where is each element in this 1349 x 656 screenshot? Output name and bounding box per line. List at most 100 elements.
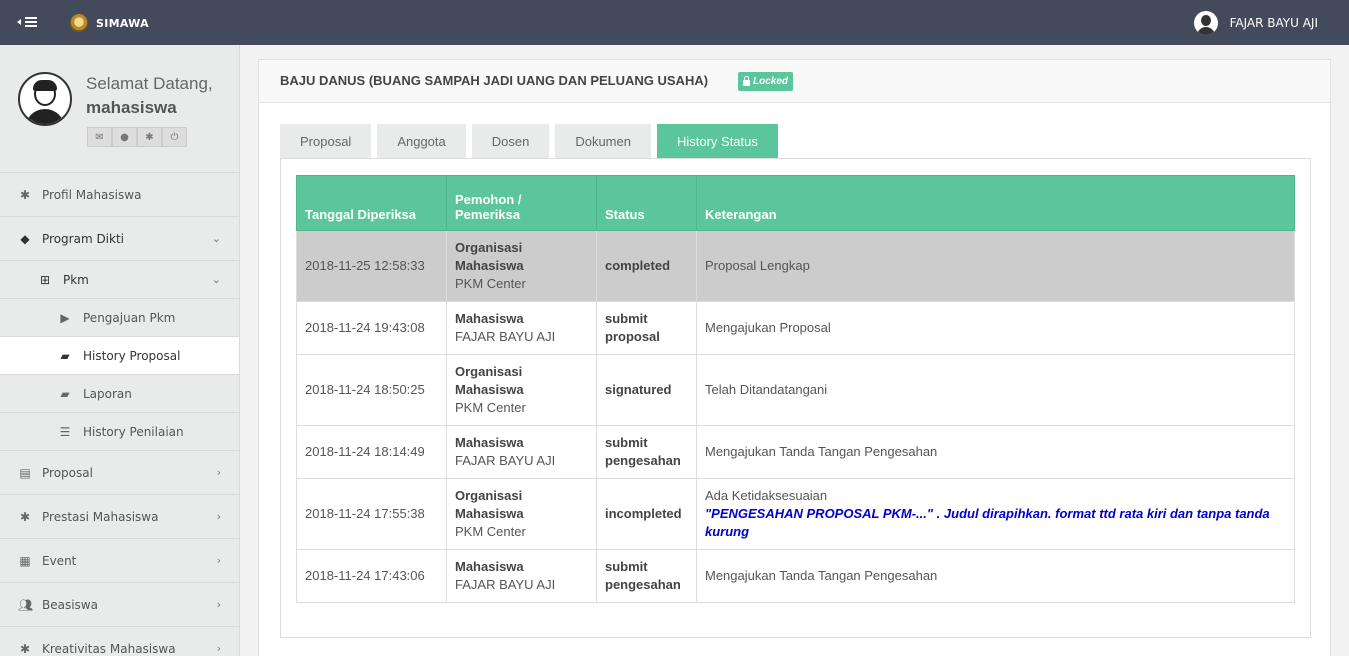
sidebar-item-history-penilaian[interactable]: ☰ History Penilaian [0,413,239,451]
applicant-name: FAJAR BAYU AJI [455,329,556,344]
asterisk-icon: ✱ [19,187,31,202]
sidebar-item-label: Program Dikti [42,231,125,246]
tab-dokumen[interactable]: Dokumen [555,124,651,159]
cell-status: completed [596,230,697,302]
chevron-down-icon: ⌄ [211,232,221,245]
envelope-icon[interactable]: ✉ [87,127,112,147]
book-icon: ▰ [60,386,70,401]
column-header-pemohon: Pemohon / Pemeriksa [446,175,597,231]
table-row: 2018-11-24 18:14:49 Mahasiswa FAJAR BAYU … [296,425,1295,479]
sidebar-item-pengajuan-pkm[interactable]: ▶ Pengajuan Pkm [0,299,239,337]
status-text: signatured [605,382,672,397]
cell-date: 2018-11-24 19:43:08 [296,301,447,355]
sidebar-item-label: Beasiswa [42,597,98,612]
status-text: submit proposal [605,311,660,344]
brand-link[interactable]: SIMAWA [70,13,149,33]
applicant-name: PKM Center [455,524,526,539]
panel-header: BAJU DANUS (BUANG SAMPAH JADI UANG DAN P… [259,60,1330,103]
cell-status: submit proposal [596,301,697,355]
role-text: mahasiswa [86,98,177,117]
cell-date: 2018-11-25 12:58:33 [296,230,447,302]
sidebar-item-pkm[interactable]: ⊞ Pkm ⌄ [0,261,239,299]
sidebar-item-label: Pengajuan Pkm [83,310,176,325]
play-square-icon: ▶ [60,310,70,325]
cell-note: Mengajukan Tanda Tangan Pengesahan [696,549,1295,603]
sidebar-item-label: History Penilaian [83,424,184,439]
sidebar-item-label: Proposal [42,465,93,480]
table-row: 2018-11-24 18:50:25 Organisasi Mahasiswa… [296,354,1295,426]
chevron-right-icon: › [216,466,221,479]
calendar-icon: ▦ [19,553,31,568]
sidebar: Selamat Datang, mahasiswa ✉ ● ✱ ⏻ ✱ Prof… [0,45,240,656]
cell-note: Proposal Lengkap [696,230,1295,302]
user-avatar-icon [1193,11,1218,35]
tab-anggota[interactable]: Anggota [377,124,466,159]
sidebar-item-history-proposal[interactable]: ▰ History Proposal [0,337,239,375]
cell-note: Mengajukan Proposal [696,301,1295,355]
applicant-role: Organisasi Mahasiswa [455,488,524,521]
sidebar-item-kreativitas-mahasiswa[interactable]: ✱ Kreativitas Mahasiswa › [0,627,239,656]
sidebar-item-program-dikti[interactable]: ◆ Program Dikti ⌄ [0,217,239,261]
cell-status: signatured [596,354,697,426]
applicant-role: Organisasi Mahasiswa [455,364,524,397]
table-row: 2018-11-25 12:58:33 Organisasi Mahasiswa… [296,230,1295,302]
sidebar-item-proposal[interactable]: ▤ Proposal › [0,451,239,495]
sidebar-item-beasiswa[interactable]: 👥︎ Beasiswa › [0,583,239,627]
sidebar-item-event[interactable]: ▦ Event › [0,539,239,583]
profile-avatar [18,72,72,126]
page-title: BAJU DANUS (BUANG SAMPAH JADI UANG DAN P… [280,73,709,88]
lock-icon [743,75,750,86]
cell-status: submit pengesahan [596,549,697,603]
applicant-name: FAJAR BAYU AJI [455,577,556,592]
sidebar-item-label: Event [42,553,77,568]
user-menu[interactable]: FAJAR BAYU AJI [1193,11,1318,35]
list-alt-icon: ☰ [59,424,71,439]
status-text: submit pengesahan [605,559,681,592]
cell-date: 2018-11-24 18:50:25 [296,354,447,426]
tab-bar: Proposal Anggota Dosen Dokumen History S… [280,124,784,159]
cell-status: submit pengesahan [596,425,697,479]
applicant-role: Mahasiswa [455,559,524,574]
tab-history-status[interactable]: History Status [656,124,778,159]
cell-date: 2018-11-24 18:14:49 [296,425,447,479]
user-name: FAJAR BAYU AJI [1229,16,1318,30]
sidebar-item-label: Laporan [83,386,132,401]
power-icon[interactable]: ⏻ [162,127,187,147]
applicant-name: PKM Center [455,400,526,415]
applicant-name: FAJAR BAYU AJI [455,453,556,468]
sidebar-item-prestasi-mahasiswa[interactable]: ✱ Prestasi Mahasiswa › [0,495,239,539]
tab-content: Tanggal Diperiksa Pemohon / Pemeriksa St… [280,158,1311,638]
cell-note: Telah Ditandatangani [696,354,1295,426]
sidebar-toggle-button[interactable] [17,12,41,32]
history-status-table: Tanggal Diperiksa Pemohon / Pemeriksa St… [296,175,1295,603]
sidebar-item-label: History Proposal [83,348,181,363]
sidebar-item-label: Profil Mahasiswa [42,187,142,202]
users-icon: 👥︎ [18,597,34,612]
column-header-keterangan: Keterangan [696,175,1295,231]
gear-icon[interactable]: ✱ [137,127,162,147]
note-detail: "PENGESAHAN PROPOSAL PKM-..." . Judul di… [705,506,1270,539]
table-row: 2018-11-24 17:55:38 Organisasi Mahasiswa… [296,478,1295,550]
main-content: BAJU DANUS (BUANG SAMPAH JADI UANG DAN P… [240,45,1349,656]
cell-note: Ada Ketidaksesuaian "PENGESAHAN PROPOSAL … [696,478,1295,550]
tab-dosen[interactable]: Dosen [471,124,550,159]
proposal-panel: BAJU DANUS (BUANG SAMPAH JADI UANG DAN P… [258,59,1331,656]
sidebar-item-profil-mahasiswa[interactable]: ✱ Profil Mahasiswa [0,173,239,217]
book-icon: ▰ [60,348,70,363]
locked-badge-label: Locked [753,76,789,87]
sidebar-item-label: Kreativitas Mahasiswa [42,641,176,656]
column-header-tanggal: Tanggal Diperiksa [296,175,447,231]
user-icon[interactable]: ● [112,127,137,147]
applicant-name: PKM Center [455,276,526,291]
cell-applicant: Organisasi Mahasiswa PKM Center [446,478,597,550]
applicant-role: Organisasi Mahasiswa [455,240,524,273]
tab-proposal[interactable]: Proposal [280,124,372,159]
table-row: 2018-11-24 19:43:08 Mahasiswa FAJAR BAYU … [296,301,1295,355]
cell-date: 2018-11-24 17:43:06 [296,549,447,603]
top-navbar: SIMAWA FAJAR BAYU AJI [0,0,1349,45]
cell-status: incompleted [596,478,697,550]
sidebar-item-laporan[interactable]: ▰ Laporan [0,375,239,413]
table-header-row: Tanggal Diperiksa Pemohon / Pemeriksa St… [296,175,1295,231]
chevron-right-icon: › [216,554,221,567]
sidebar-item-label: Pkm [63,272,89,287]
